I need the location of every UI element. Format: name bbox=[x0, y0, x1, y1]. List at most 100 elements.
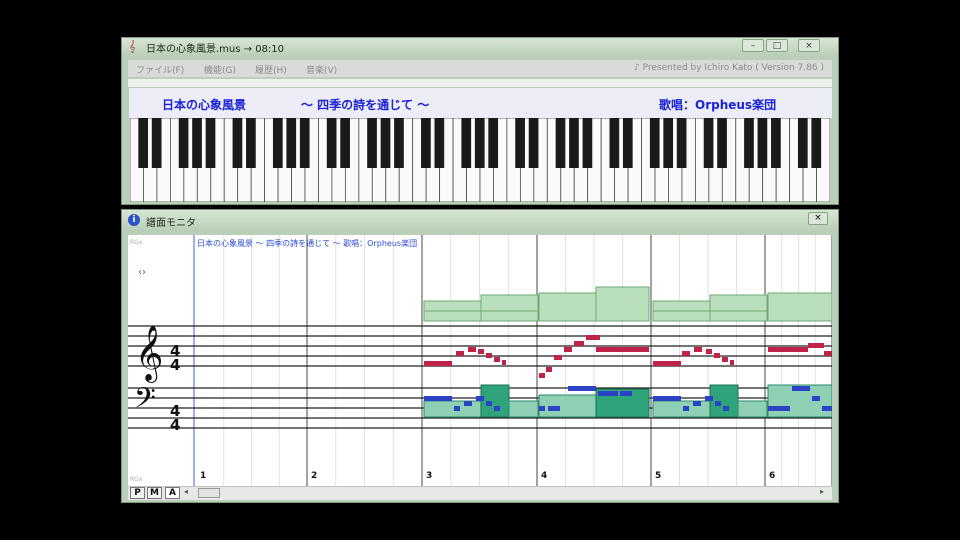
black-key bbox=[299, 118, 310, 168]
chord-block bbox=[767, 292, 832, 322]
melody-note bbox=[539, 373, 545, 378]
score-monitor-window: i 譜面モニタ × 𝄞 𝄢 4 4 4 4 ‹› RGx RGx 日本の心象風景 ～ 四季の詩を… bbox=[121, 209, 839, 503]
bass-note bbox=[653, 396, 681, 401]
menu-function[interactable]: 機能(G) bbox=[204, 63, 236, 76]
position-scrollbar[interactable] bbox=[128, 78, 832, 87]
black-key bbox=[421, 118, 431, 168]
black-key bbox=[232, 118, 243, 168]
mode-m-button[interactable]: M bbox=[147, 487, 162, 499]
bass-chord-block bbox=[652, 400, 711, 418]
black-key bbox=[555, 118, 566, 168]
bass-note bbox=[715, 401, 721, 406]
bass-note bbox=[705, 396, 713, 401]
scroll-left-icon[interactable]: ◂ bbox=[184, 487, 188, 496]
close-icon[interactable]: × bbox=[798, 39, 820, 52]
bass-note bbox=[568, 386, 596, 391]
black-key bbox=[676, 118, 687, 168]
bar-number: 5 bbox=[655, 471, 662, 481]
time-signature: 4 bbox=[170, 356, 180, 374]
bass-chord-block bbox=[480, 384, 510, 418]
scroll-right-icon[interactable]: ▸ bbox=[820, 487, 824, 496]
melody-note bbox=[456, 351, 464, 356]
bass-chord-block bbox=[538, 394, 597, 418]
bass-note bbox=[812, 396, 820, 401]
melody-note bbox=[694, 347, 702, 352]
chord-block bbox=[595, 286, 650, 322]
song-title: 日本の心象風景 bbox=[162, 98, 247, 112]
black-key bbox=[771, 118, 781, 168]
black-key bbox=[582, 118, 593, 168]
song-banner: 日本の心象風景 ～ 四季の詩を通じて ～ 歌唱：Orpheus楽団 bbox=[129, 88, 832, 118]
bass-note bbox=[454, 406, 460, 411]
black-key bbox=[569, 118, 579, 168]
black-key bbox=[178, 118, 189, 168]
bar-number: 1 bbox=[200, 471, 207, 481]
melody-note bbox=[494, 357, 500, 362]
monitor-title: 譜面モニタ bbox=[146, 218, 196, 229]
melody-note bbox=[424, 361, 452, 366]
melody-note bbox=[722, 357, 728, 362]
minimize-icon[interactable]: – bbox=[742, 39, 764, 52]
menu-history[interactable]: 履歴(H) bbox=[255, 63, 287, 76]
black-key bbox=[649, 118, 660, 168]
chord-block bbox=[709, 294, 768, 322]
menu-music[interactable]: 音楽(V) bbox=[306, 63, 337, 76]
bass-note bbox=[598, 391, 618, 396]
player-titlebar[interactable]: 𝄞 日本の心象風景.mus → 08:10 – □ × bbox=[122, 38, 838, 56]
black-key bbox=[434, 118, 445, 168]
black-key bbox=[394, 118, 404, 168]
close-icon[interactable]: × bbox=[808, 212, 828, 225]
black-key bbox=[272, 118, 283, 168]
score-area[interactable]: 𝄞 𝄢 4 4 4 4 ‹› RGx RGx 日本の心象風景 ～ 四季の詩を通じて ～ 歌唱：O… bbox=[128, 235, 832, 486]
bass-note bbox=[768, 406, 790, 411]
bass-note bbox=[723, 406, 729, 411]
bar-number: 3 bbox=[426, 471, 433, 481]
maximize-icon[interactable]: □ bbox=[766, 39, 788, 52]
black-key bbox=[744, 118, 754, 168]
melody-note bbox=[682, 351, 690, 356]
monitor-titlebar[interactable]: i 譜面モニタ × bbox=[122, 210, 838, 230]
mode-p-button[interactable]: P bbox=[130, 487, 145, 499]
scroll-thumb[interactable] bbox=[198, 488, 220, 498]
bass-chord-block bbox=[737, 400, 768, 418]
menu-file[interactable]: ファイル(F) bbox=[136, 63, 184, 76]
black-key bbox=[811, 118, 822, 168]
melody-note bbox=[808, 343, 824, 348]
bass-chord-block bbox=[508, 400, 539, 418]
melody-note bbox=[586, 335, 600, 340]
window-title: 日本の心象風景.mus → 08:10 bbox=[146, 44, 285, 55]
bass-note bbox=[683, 406, 689, 411]
melody-note bbox=[596, 347, 649, 352]
range-label: RGx bbox=[130, 239, 143, 246]
bass-note bbox=[548, 406, 560, 411]
black-key bbox=[515, 118, 525, 168]
bass-note bbox=[494, 406, 500, 411]
time-signature: 4 bbox=[170, 416, 180, 434]
black-key bbox=[461, 118, 472, 168]
app-icon: 𝄞 bbox=[129, 40, 136, 53]
score-caption: 日本の心象風景 ～ 四季の詩を通じて ～ 歌唱：Orpheus楽団 bbox=[197, 239, 418, 248]
melody-note bbox=[502, 360, 506, 365]
treble-clef-icon: 𝄞 bbox=[135, 325, 163, 383]
melody-note bbox=[730, 360, 734, 365]
range-label: RGx bbox=[130, 476, 143, 483]
bar-number: 6 bbox=[769, 471, 776, 481]
melody-note bbox=[486, 353, 492, 358]
black-key bbox=[663, 118, 674, 168]
bass-chord-block bbox=[709, 384, 739, 418]
chord-block bbox=[480, 294, 539, 322]
mode-a-button[interactable]: A bbox=[165, 487, 180, 499]
bass-chord-block bbox=[423, 400, 482, 418]
chord-block bbox=[538, 292, 597, 322]
melody-note bbox=[564, 347, 572, 352]
bass-note bbox=[424, 396, 452, 401]
bass-note bbox=[693, 401, 701, 406]
melody-note bbox=[653, 361, 681, 366]
song-performer: 歌唱：Orpheus楽団 bbox=[659, 98, 777, 112]
black-key bbox=[622, 118, 633, 168]
presented-by: ♪ Presented by Ichiro Kato ( Version 7.8… bbox=[634, 63, 824, 73]
piano-keyboard[interactable] bbox=[130, 118, 830, 202]
black-key bbox=[717, 118, 727, 168]
menu-bar: ファイル(F) 機能(G) 履歴(H) 音楽(V) ♪ Presented by… bbox=[128, 60, 832, 77]
black-key bbox=[246, 118, 256, 168]
